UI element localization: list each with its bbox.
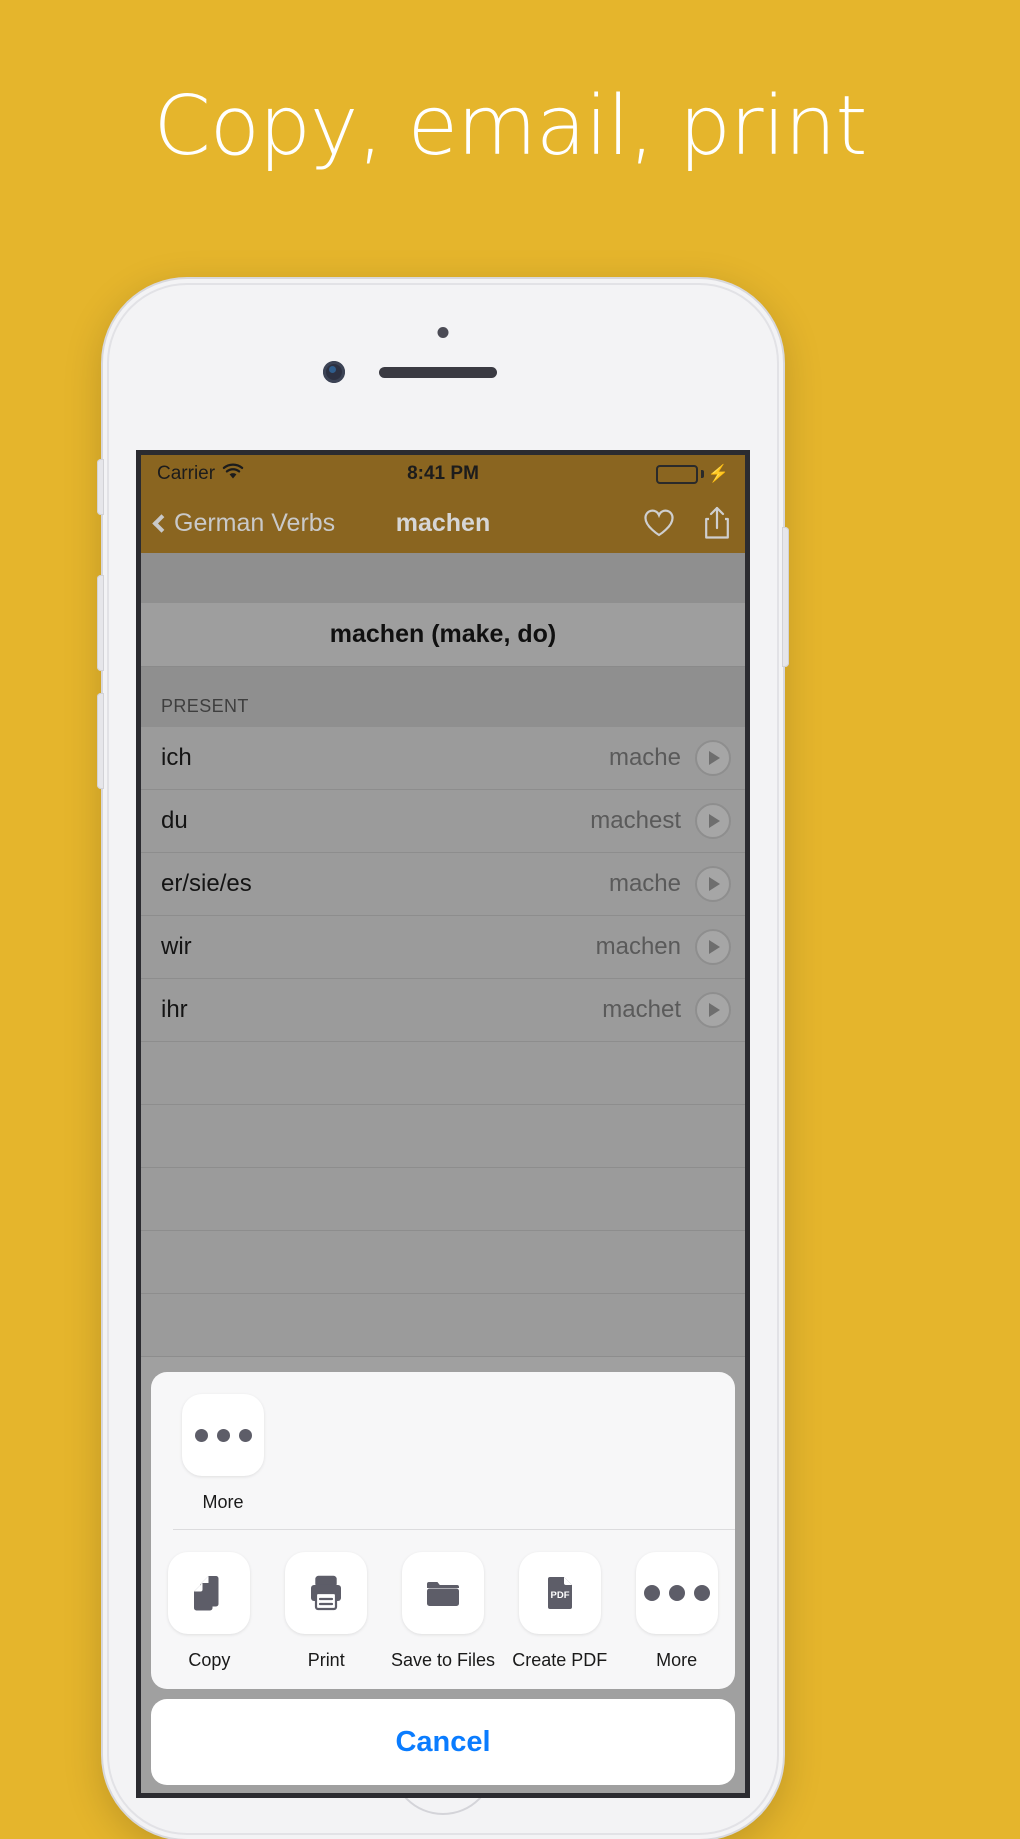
share-apps-row: More (151, 1372, 735, 1529)
pdf-document-icon: PDF (518, 1552, 601, 1634)
verb-title-row: machen (make, do) (141, 603, 745, 667)
play-circle-icon[interactable] (695, 740, 731, 776)
battery-icon (655, 464, 698, 484)
play-circle-icon[interactable] (695, 929, 731, 965)
row-form: machest (590, 807, 681, 834)
cancel-button-label: Cancel (395, 1725, 491, 1758)
share-app-more[interactable]: More (175, 1394, 271, 1513)
copy-documents-icon (168, 1552, 251, 1634)
status-bar-right: ⚡ (655, 464, 729, 484)
wifi-icon (222, 463, 244, 486)
lightning-bolt-icon: ⚡ (707, 464, 729, 483)
share-app-label: More (202, 1492, 244, 1512)
back-button-label: German Verbs (174, 508, 336, 537)
earpiece-speaker-icon (379, 367, 497, 378)
svg-text:PDF: PDF (550, 1590, 569, 1601)
volume-up-button[interactable] (97, 575, 104, 671)
battery-cap-icon (700, 470, 704, 478)
table-row[interactable] (141, 1168, 745, 1231)
power-button[interactable] (782, 527, 789, 667)
proximity-sensor-icon (437, 327, 449, 338)
play-circle-icon[interactable] (695, 992, 731, 1028)
back-button[interactable]: German Verbs (152, 508, 336, 538)
table-row[interactable] (141, 1105, 745, 1168)
table-row[interactable]: ihr machet (141, 979, 745, 1042)
action-label: Print (307, 1650, 345, 1670)
phone-screen: Carrier 8:41 PM ⚡ German Verbs machen ma… (141, 455, 745, 1793)
share-sheet-card: More Copy Print Save to Files PDF Create… (151, 1372, 735, 1689)
table-row[interactable]: du machest (141, 790, 745, 853)
status-bar: Carrier 8:41 PM ⚡ (141, 455, 745, 493)
action-print[interactable]: Print (268, 1552, 385, 1671)
play-circle-icon[interactable] (695, 803, 731, 839)
verb-title: machen (make, do) (329, 620, 557, 648)
row-form: mache (608, 744, 681, 771)
share-actions-row: Copy Print Save to Files PDF Create PDF … (151, 1530, 735, 1689)
action-save-to-files[interactable]: Save to Files (385, 1552, 502, 1671)
play-circle-icon[interactable] (695, 866, 731, 902)
list-top-spacer (141, 553, 745, 603)
conjugation-list: machen (make, do) PRESENT ich mache du m… (141, 553, 745, 1357)
row-pronoun: ihr (161, 996, 188, 1023)
action-more[interactable]: More (618, 1552, 735, 1671)
row-pronoun: wir (161, 933, 192, 960)
action-label: More (656, 1650, 698, 1670)
ellipsis-icon (182, 1394, 264, 1476)
action-label: Save to Files (390, 1650, 496, 1670)
ellipsis-icon (635, 1552, 718, 1634)
section-header-present: PRESENT (141, 667, 745, 727)
volume-down-button[interactable] (97, 693, 104, 789)
row-form: machen (595, 933, 681, 960)
row-pronoun: ich (161, 744, 192, 771)
chevron-left-icon (152, 513, 171, 533)
navigation-bar-actions (643, 506, 731, 540)
front-camera-icon (323, 361, 345, 383)
row-pronoun: er/sie/es (161, 870, 252, 897)
heart-icon[interactable] (643, 508, 675, 538)
folder-icon (401, 1552, 484, 1634)
row-pronoun: du (161, 807, 188, 834)
section-header-label: PRESENT (161, 696, 249, 716)
row-form: machet (602, 996, 681, 1023)
silent-switch[interactable] (97, 459, 104, 515)
row-form: mache (608, 870, 681, 897)
cancel-button[interactable]: Cancel (151, 1699, 735, 1785)
table-row[interactable]: ich mache (141, 727, 745, 790)
action-label: Create PDF (512, 1650, 608, 1670)
table-row[interactable]: wir machen (141, 916, 745, 979)
status-bar-left: Carrier (157, 463, 244, 486)
share-upload-icon[interactable] (703, 506, 731, 540)
table-row[interactable] (141, 1294, 745, 1357)
page-headline: Copy, email, print (153, 79, 867, 174)
action-create-pdf[interactable]: PDF Create PDF (501, 1552, 618, 1671)
action-label: Copy (188, 1650, 231, 1670)
phone-device: Carrier 8:41 PM ⚡ German Verbs machen ma… (97, 279, 789, 1839)
share-sheet: More Copy Print Save to Files PDF Create… (151, 1372, 735, 1785)
action-copy[interactable]: Copy (151, 1552, 268, 1671)
table-row[interactable] (141, 1042, 745, 1105)
printer-icon (285, 1552, 368, 1634)
table-row[interactable] (141, 1231, 745, 1294)
navigation-bar: German Verbs machen (141, 493, 745, 553)
table-row[interactable]: er/sie/es mache (141, 853, 745, 916)
carrier-label: Carrier (157, 463, 216, 484)
